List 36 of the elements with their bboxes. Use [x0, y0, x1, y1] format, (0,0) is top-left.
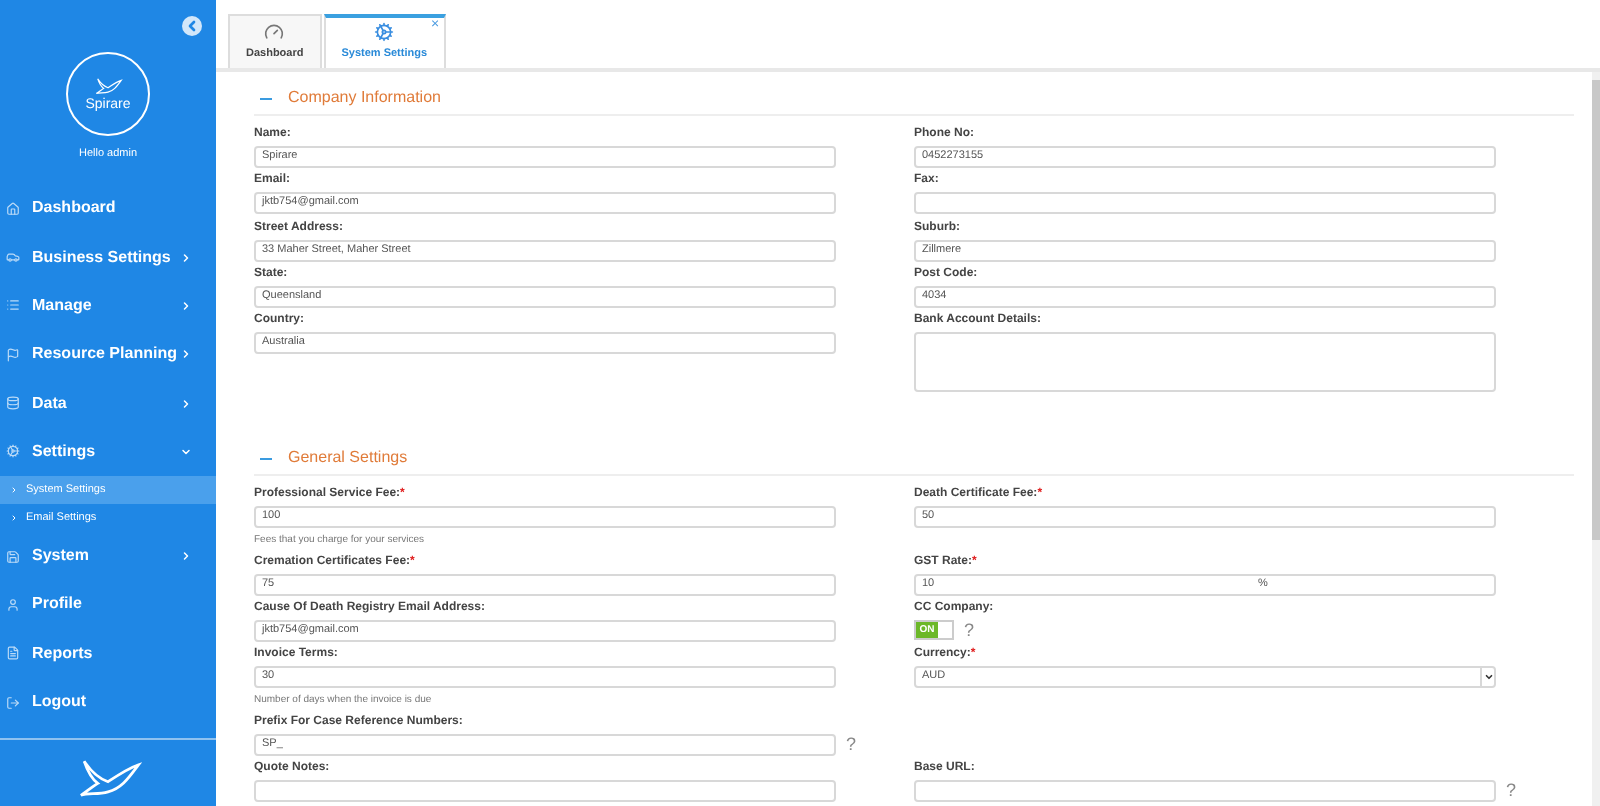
gauge-icon	[264, 21, 285, 42]
home-icon	[6, 201, 20, 216]
bird-logo-icon	[92, 75, 124, 97]
list-icon	[6, 298, 20, 313]
collapse-button[interactable]	[182, 16, 202, 36]
database-icon	[6, 396, 20, 411]
section-title: Company Information	[288, 86, 441, 110]
sidebar-item[interactable]: Logout	[0, 677, 216, 727]
flag-icon	[6, 347, 20, 362]
sidebar-item[interactable]: Manage	[0, 281, 216, 331]
scrollbar[interactable]	[1592, 72, 1600, 806]
sidebar-item[interactable]: System	[0, 532, 216, 581]
section-title: General Settings	[288, 446, 408, 471]
sidebar-item[interactable]: Profile	[0, 580, 216, 630]
gears-icon	[374, 22, 395, 43]
sidebar-item[interactable]: Settings	[0, 427, 216, 477]
input-field[interactable]	[254, 779, 836, 802]
car-icon	[6, 250, 20, 265]
help-question-mark[interactable]: ?	[1506, 779, 1517, 802]
logout-icon	[6, 695, 20, 710]
help-question-mark[interactable]: ?	[846, 733, 857, 756]
text-area[interactable]	[914, 332, 1496, 393]
user-icon	[6, 597, 20, 612]
document-icon	[6, 646, 20, 661]
collapse-dash-icon[interactable]	[260, 97, 272, 99]
input-field[interactable]	[914, 192, 1496, 215]
sidebar-item[interactable]: Reports	[0, 629, 216, 678]
sidebar-item[interactable]: Data	[0, 378, 216, 428]
help-question-mark[interactable]: ?	[964, 620, 975, 643]
gears-icon	[6, 444, 20, 459]
sidebar-item[interactable]: Dashboard	[0, 184, 216, 234]
caret-icon	[1480, 668, 1494, 687]
sidebar-item[interactable]: Resource Planning	[0, 330, 216, 379]
sidebar-item[interactable]: Business Settings	[0, 233, 216, 282]
collapse-dash-icon[interactable]	[260, 457, 272, 460]
input-field[interactable]	[914, 779, 1496, 802]
